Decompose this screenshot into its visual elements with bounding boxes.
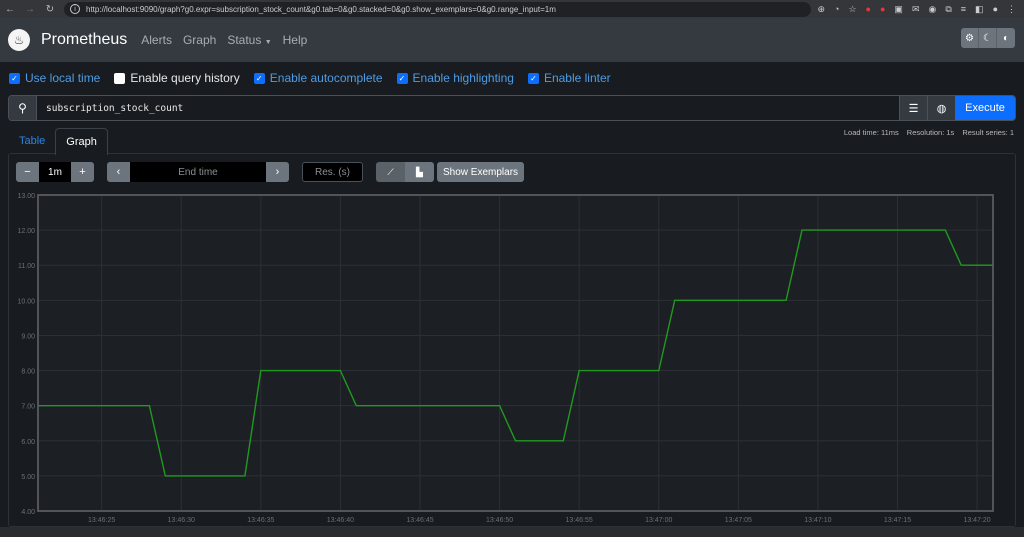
gear-icon[interactable]: ⚙ xyxy=(961,28,979,48)
end-time-input[interactable]: End time xyxy=(130,162,266,182)
panel-tabs: Table Graph xyxy=(9,128,108,155)
nav-alerts[interactable]: Alerts xyxy=(141,33,172,47)
reload-icon[interactable]: ↻ xyxy=(40,4,60,15)
increase-range-button[interactable]: + xyxy=(71,162,94,182)
nav-status[interactable]: Status ▼ xyxy=(227,33,271,47)
contrast-icon[interactable]: ◐ xyxy=(997,28,1015,48)
search-icon: ⚲ xyxy=(9,96,37,120)
checkbox-checked-icon[interactable]: ✓ xyxy=(396,72,408,84)
prometheus-logo-icon[interactable]: ♨ xyxy=(8,29,30,51)
back-icon[interactable]: ← xyxy=(0,4,20,15)
zoom-icon[interactable]: ⊕ xyxy=(817,4,825,15)
browser-toolbar: ← → ↻ i http://localhost:9090/graph?g0.e… xyxy=(0,0,1024,18)
nav-graph[interactable]: Graph xyxy=(183,33,216,47)
next-time-button[interactable]: › xyxy=(266,162,289,182)
top-navbar: ♨ Prometheus Alerts Graph Status ▼ Help xyxy=(0,18,1024,62)
extensions-puzzle-icon[interactable]: ⧉ xyxy=(945,4,951,15)
nav-help[interactable]: Help xyxy=(283,33,308,47)
url-text: http://localhost:9090/graph?g0.expr=subs… xyxy=(86,4,556,14)
globe-button[interactable]: ◍ xyxy=(927,96,955,120)
execute-button[interactable]: Execute xyxy=(955,96,1015,120)
option-label: Enable highlighting xyxy=(412,71,514,85)
line-chart-icon: ⟋ xyxy=(387,166,394,177)
extension-glasses-icon[interactable]: ◉ xyxy=(928,4,936,15)
reading-list-icon[interactable]: ≡ xyxy=(961,4,966,14)
extension-t-icon[interactable]: ● xyxy=(880,4,885,14)
option-label: Use local time xyxy=(25,71,101,85)
tab-graph[interactable]: Graph xyxy=(55,128,108,155)
load-time: Load time: 11ms xyxy=(843,128,899,137)
range-input-group: − 1m + xyxy=(16,162,94,182)
stacked-chart-button[interactable]: ▙ xyxy=(405,162,434,182)
moon-icon[interactable]: ☾ xyxy=(979,28,997,48)
address-bar[interactable]: i http://localhost:9090/graph?g0.expr=su… xyxy=(64,1,812,17)
line-chart-button[interactable]: ⟋ xyxy=(376,162,405,182)
option-use-local-time[interactable]: ✓ Use local time xyxy=(9,71,100,85)
option-label: Enable query history xyxy=(130,71,240,85)
option-enable-autocomplete[interactable]: ✓ Enable autocomplete xyxy=(253,71,383,85)
option-label: Enable linter xyxy=(543,71,611,85)
query-stats: Load time: 11ms Resolution: 1s Result se… xyxy=(844,128,1014,137)
query-options: ✓ Use local time Enable query history ✓ En… xyxy=(0,62,1024,94)
option-enable-highlighting[interactable]: ✓ Enable highlighting xyxy=(396,71,514,85)
result-series: Result series: 1 xyxy=(962,128,1014,137)
range-input[interactable]: 1m xyxy=(39,162,71,182)
extension-square-icon[interactable]: ▣ xyxy=(894,4,903,15)
bookmark-star-icon[interactable]: ☆ xyxy=(848,4,856,15)
end-time-group: ‹ End time › xyxy=(107,162,289,182)
expression-bar: ⚲ subscription_stock_count ☰ ◍ Execute xyxy=(8,95,1016,121)
expression-input[interactable]: subscription_stock_count xyxy=(37,96,899,120)
profile-avatar[interactable]: ● xyxy=(993,4,998,14)
list-icon: ☰ xyxy=(908,102,919,115)
brand-title[interactable]: Prometheus xyxy=(41,31,127,49)
checkbox-checked-icon[interactable]: ✓ xyxy=(9,72,20,84)
option-label: Enable autocomplete xyxy=(269,71,383,85)
taskbar-strip xyxy=(0,527,1024,537)
checkbox-checked-icon[interactable]: ✓ xyxy=(253,72,265,84)
previous-time-button[interactable]: ‹ xyxy=(107,162,130,182)
checkbox-unchecked-icon[interactable] xyxy=(114,72,126,84)
show-exemplars-button[interactable]: Show Exemplars xyxy=(437,162,525,182)
resolution: Resolution: 1s xyxy=(906,128,955,137)
metrics-explorer-button[interactable]: ☰ xyxy=(899,96,927,120)
caret-down-icon: ▼ xyxy=(264,39,272,46)
option-enable-query-history[interactable]: Enable query history xyxy=(114,71,240,85)
theme-switcher: ⚙ ☾ ◐ xyxy=(961,28,1015,48)
menu-icon[interactable]: ⋮ xyxy=(1007,4,1016,15)
nav-status-label: Status xyxy=(227,33,262,47)
forward-icon[interactable]: → xyxy=(20,4,40,15)
extension-red-icon[interactable]: ● xyxy=(866,4,871,14)
resolution-input[interactable]: Res. (s) xyxy=(302,162,363,182)
option-enable-linter[interactable]: ✓ Enable linter xyxy=(527,71,611,85)
site-info-icon[interactable]: i xyxy=(70,4,80,14)
performance-icon[interactable]: ◔ xyxy=(834,4,839,14)
sidebar-icon[interactable]: ◧ xyxy=(975,4,984,15)
checkbox-checked-icon[interactable]: ✓ xyxy=(527,72,539,84)
decrease-range-button[interactable]: − xyxy=(16,162,39,182)
chart-type-group: ⟋ ▙ xyxy=(376,162,434,182)
graph-panel xyxy=(8,153,1016,527)
extension-mail-icon[interactable]: ✉ xyxy=(912,4,920,15)
area-chart-icon: ▙ xyxy=(416,166,423,177)
tab-table[interactable]: Table xyxy=(9,128,55,155)
graph-controls: − 1m + ‹ End time › Res. (s) ⟋ ▙ Show Ex… xyxy=(16,162,525,182)
globe-icon: ◍ xyxy=(936,102,947,115)
